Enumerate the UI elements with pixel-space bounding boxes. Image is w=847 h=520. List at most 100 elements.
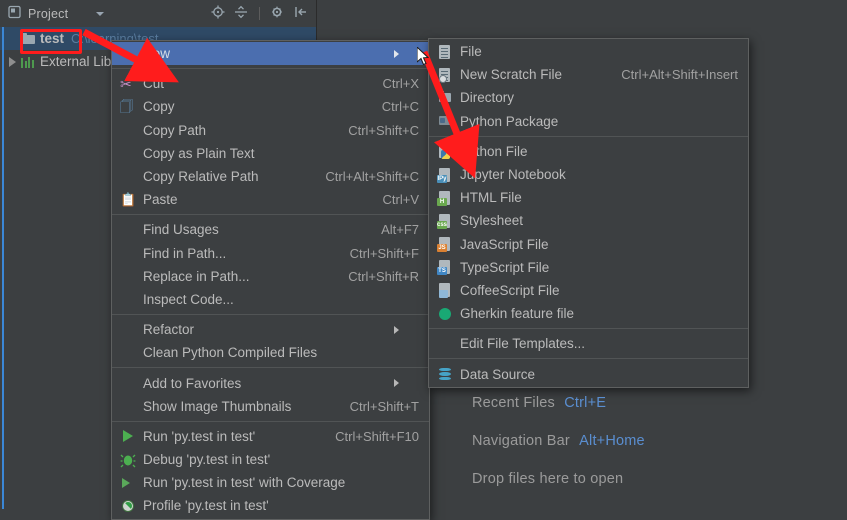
submenu-item-jupyter-notebook[interactable]: IPy Jupyter Notebook xyxy=(429,163,748,186)
file-icon xyxy=(437,44,453,60)
css-file-icon: css xyxy=(437,213,453,229)
menu-item-run-pytest[interactable]: Run 'py.test in test' Ctrl+Shift+F10 xyxy=(112,425,429,448)
submenu-item-new-scratch-file[interactable]: New Scratch File Ctrl+Alt+Shift+Insert xyxy=(429,63,748,86)
chevron-right-icon xyxy=(394,49,419,58)
submenu-separator xyxy=(429,135,748,137)
submenu-item-html-file[interactable]: H HTML File xyxy=(429,186,748,209)
menu-separator xyxy=(112,420,429,422)
submenu-item-typescript-file[interactable]: TS TypeScript File xyxy=(429,256,748,279)
submenu-item-label: File xyxy=(460,44,482,60)
menu-item-refactor[interactable]: Refactor xyxy=(112,318,429,341)
focus-indicator-strip xyxy=(2,27,4,509)
collapse-all-icon[interactable] xyxy=(234,5,248,22)
blank-icon xyxy=(120,268,136,284)
menu-separator xyxy=(112,214,429,216)
menu-item-label: New xyxy=(143,46,171,62)
python-package-icon xyxy=(437,113,453,129)
tree-node-label: test xyxy=(40,31,65,46)
menu-item-label: Run 'py.test in test' with Coverage xyxy=(143,475,346,491)
submenu-item-stylesheet[interactable]: css Stylesheet xyxy=(429,209,748,232)
menu-separator xyxy=(112,68,429,70)
profile-icon xyxy=(120,498,136,514)
menu-item-cut[interactable]: ✂ Cut Ctrl+X xyxy=(112,72,429,95)
menu-item-find-usages[interactable]: Find Usages Alt+F7 xyxy=(112,218,429,241)
locate-icon[interactable] xyxy=(211,5,225,22)
hint-shortcut: Alt+Home xyxy=(579,433,645,449)
expand-arrow-icon[interactable] xyxy=(9,56,16,67)
scissors-icon: ✂ xyxy=(120,75,132,92)
blank-icon xyxy=(120,398,136,414)
menu-item-replace-in-path[interactable]: Replace in Path... Ctrl+Shift+R xyxy=(112,265,429,288)
submenu-item-label: JavaScript File xyxy=(460,236,549,252)
project-title-group[interactable]: Project xyxy=(8,5,105,22)
menu-item-profile-pytest[interactable]: Profile 'py.test in test' xyxy=(112,494,429,517)
jupyter-notebook-icon: IPy xyxy=(437,167,453,183)
blank-icon xyxy=(120,169,136,185)
submenu-item-file[interactable]: File xyxy=(429,40,748,63)
submenu-item-label: Stylesheet xyxy=(460,213,524,229)
project-title-label: Project xyxy=(28,6,69,21)
submenu-item-label: Python File xyxy=(460,143,528,159)
submenu-separator xyxy=(429,358,748,360)
blank-icon xyxy=(120,375,136,391)
menu-item-show-image-thumbnails[interactable]: Show Image Thumbnails Ctrl+Shift+T xyxy=(112,395,429,418)
data-source-icon xyxy=(437,366,453,382)
menu-item-label: Copy Relative Path xyxy=(143,169,259,185)
submenu-item-gherkin-feature-file[interactable]: Gherkin feature file xyxy=(429,302,748,325)
toolbar-divider xyxy=(259,7,260,20)
javascript-file-icon: JS xyxy=(437,236,453,253)
submenu-item-edit-file-templates[interactable]: Edit File Templates... xyxy=(429,332,748,355)
menu-item-label: Run 'py.test in test' xyxy=(143,428,256,444)
project-context-menu[interactable]: New ✂ Cut Ctrl+X 🗍 Copy Ctrl+C Copy Path… xyxy=(111,40,430,520)
menu-item-label: Copy as Plain Text xyxy=(143,145,255,161)
menu-item-clean-python-compiled-files[interactable]: Clean Python Compiled Files xyxy=(112,341,429,364)
menu-item-inspect-code[interactable]: Inspect Code... xyxy=(112,288,429,311)
menu-item-label: Add to Favorites xyxy=(143,375,242,391)
menu-item-copy[interactable]: 🗍 Copy Ctrl+C xyxy=(112,95,429,118)
menu-item-accelerator: Ctrl+Shift+F xyxy=(349,245,419,261)
chevron-down-icon[interactable] xyxy=(96,11,105,16)
menu-item-label: Copy Path xyxy=(143,122,207,138)
menu-item-label: Debug 'py.test in test' xyxy=(143,452,271,468)
blank-icon xyxy=(120,245,136,261)
submenu-item-python-file[interactable]: Python File xyxy=(429,140,748,163)
submenu-item-directory[interactable]: Directory xyxy=(429,86,748,109)
submenu-item-python-package[interactable]: Python Package xyxy=(429,110,748,133)
menu-item-run-pytest-with-coverage[interactable]: Run 'py.test in test' with Coverage xyxy=(112,471,429,494)
hint-navigation-bar: Navigation Bar Alt+Home xyxy=(472,433,832,449)
menu-item-find-in-path[interactable]: Find in Path... Ctrl+Shift+F xyxy=(112,242,429,265)
hint-shortcut: Ctrl+E xyxy=(564,395,607,411)
chevron-right-icon xyxy=(394,325,419,334)
new-submenu[interactable]: File New Scratch File Ctrl+Alt+Shift+Ins… xyxy=(428,38,749,388)
menu-item-add-to-favorites[interactable]: Add to Favorites xyxy=(112,371,429,394)
paste-icon: 📋 xyxy=(120,191,137,207)
folder-icon xyxy=(21,33,35,44)
menu-item-label: Refactor xyxy=(143,322,195,338)
menu-item-label: Profile 'py.test in test' xyxy=(143,498,269,514)
menu-item-label: Find Usages xyxy=(143,222,219,238)
blank-icon xyxy=(120,345,136,361)
submenu-item-accelerator: Ctrl+Alt+Shift+Insert xyxy=(621,67,738,83)
submenu-item-data-source[interactable]: Data Source xyxy=(429,362,748,385)
debug-icon xyxy=(120,452,136,468)
html-file-icon: H xyxy=(437,190,453,206)
menu-item-accelerator: Ctrl+V xyxy=(382,192,419,208)
hide-tool-window-icon[interactable] xyxy=(294,5,308,22)
menu-item-label: Paste xyxy=(143,192,178,208)
menu-item-debug-pytest[interactable]: Debug 'py.test in test' xyxy=(112,448,429,471)
menu-item-copy-path[interactable]: Copy Path Ctrl+Shift+C xyxy=(112,119,429,142)
menu-item-copy-as-plain-text[interactable]: Copy as Plain Text xyxy=(112,142,429,165)
hint-drop-files: Drop files here to open xyxy=(472,471,832,487)
menu-item-paste[interactable]: 📋 Paste Ctrl+V xyxy=(112,188,429,211)
menu-item-label: Cut xyxy=(143,76,165,92)
library-icon xyxy=(21,56,35,68)
submenu-item-label: Directory xyxy=(460,90,515,106)
menu-item-label: Copy xyxy=(143,99,175,115)
submenu-item-coffeescript-file[interactable]: CoffeeScript File xyxy=(429,279,748,302)
new-icon xyxy=(120,46,136,62)
menu-item-new[interactable]: New xyxy=(112,42,429,66)
settings-gear-icon[interactable] xyxy=(271,5,285,22)
blank-icon xyxy=(120,222,136,238)
menu-item-copy-relative-path[interactable]: Copy Relative Path Ctrl+Alt+Shift+C xyxy=(112,165,429,188)
submenu-item-javascript-file[interactable]: JS JavaScript File xyxy=(429,233,748,256)
